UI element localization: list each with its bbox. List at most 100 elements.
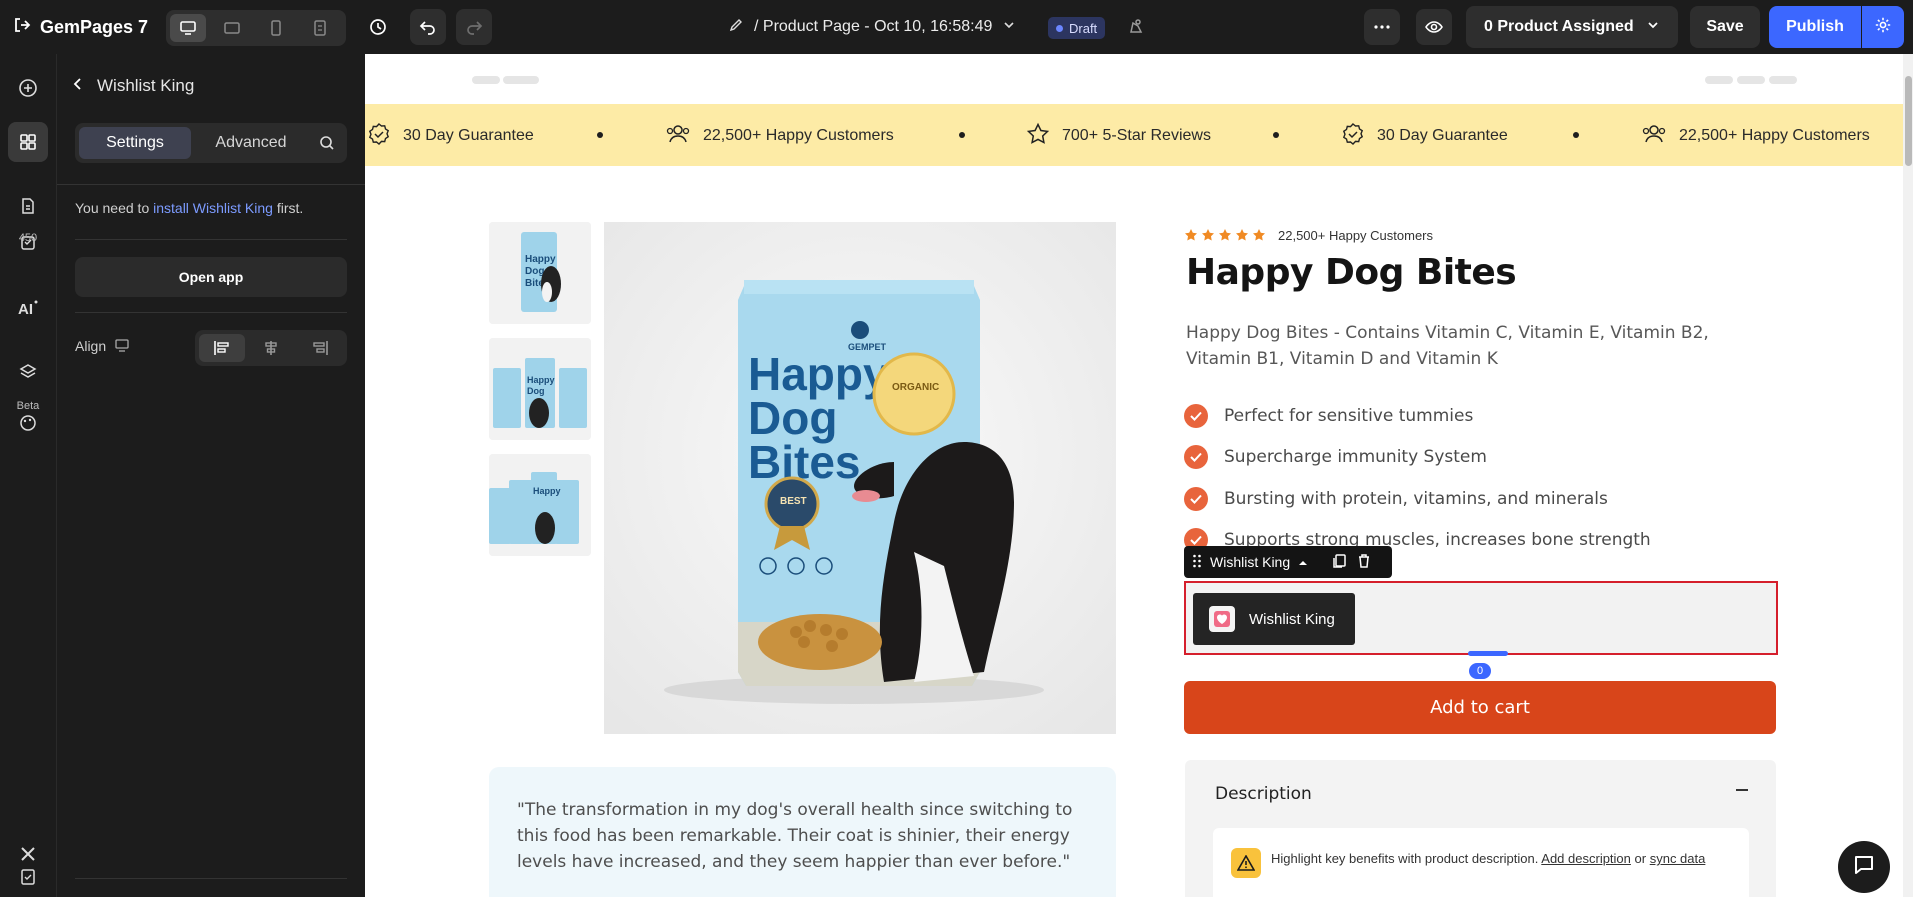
exit-icon (12, 15, 32, 40)
settings-panel: Wishlist King Settings Advanced You need… (56, 54, 366, 897)
panel-header: Wishlist King (71, 74, 194, 98)
device-responsive-icon[interactable] (114, 337, 130, 356)
undo-icon[interactable] (410, 9, 446, 45)
heart-icon (1209, 606, 1235, 632)
tablet-landscape-icon[interactable] (214, 14, 250, 42)
align-label: Align (75, 338, 107, 354)
search-icon[interactable] (311, 127, 343, 159)
pages-icon[interactable] (8, 186, 48, 226)
trash-icon[interactable] (1356, 553, 1372, 572)
product-main-image[interactable]: GEMPET Happy Dog Bites ORGANIC BEST (604, 222, 1116, 734)
status-badge-label: Draft (1069, 20, 1098, 36)
announcement-bar[interactable]: 30 Day Guarantee 22,500+ Happy Customers… (365, 104, 1903, 166)
sync-data-link[interactable]: sync data (1650, 851, 1706, 866)
global-style-icon[interactable] (1118, 9, 1154, 45)
chat-icon (1851, 852, 1877, 883)
align-segmented-control (195, 330, 347, 366)
add-icon[interactable] (8, 68, 48, 108)
theme-icon[interactable] (8, 410, 48, 436)
layers-icon[interactable] (8, 352, 48, 392)
scrollbar-thumb[interactable] (1905, 76, 1912, 166)
checklist-icon[interactable] (8, 864, 48, 890)
benefit-item[interactable]: Supercharge immunity System (1184, 445, 1487, 469)
header-placeholder (503, 76, 539, 84)
preview-eye-icon[interactable] (1416, 9, 1452, 45)
caret-up-icon[interactable] (1298, 554, 1308, 570)
open-app-button[interactable]: Open app (75, 257, 347, 297)
mobile-icon[interactable] (258, 14, 294, 42)
hint-prefix: Highlight key benefits with product desc… (1271, 851, 1539, 866)
star-icon (1185, 229, 1265, 241)
drag-handle-icon[interactable] (1192, 554, 1202, 571)
description-hint-text: Highlight key benefits with product desc… (1271, 848, 1731, 869)
divider (57, 184, 366, 185)
install-link[interactable]: install Wishlist King (153, 200, 273, 216)
product-thumbnail[interactable]: Happy Dog (489, 338, 591, 440)
product-title[interactable]: Happy Dog Bites (1186, 252, 1517, 293)
banner-text: 30 Day Guarantee (1377, 127, 1508, 144)
description-accordion[interactable]: Description Highlight key benefits with … (1185, 760, 1776, 897)
badge-check-icon (367, 122, 391, 151)
svg-text:ORGANIC: ORGANIC (892, 382, 939, 393)
benefit-text: Supercharge immunity System (1224, 447, 1487, 467)
banner-separator (597, 132, 603, 138)
panel-tabs: Settings Advanced (75, 123, 347, 163)
add-to-cart-button[interactable]: Add to cart (1184, 681, 1776, 734)
banner-text: 700+ 5-Star Reviews (1062, 127, 1211, 144)
element-toolbar-label[interactable]: Wishlist King (1210, 554, 1290, 570)
save-button[interactable]: Save (1690, 6, 1760, 48)
history-icon[interactable] (360, 9, 396, 45)
align-right-icon[interactable] (297, 334, 343, 362)
add-description-link[interactable]: Add description (1541, 851, 1631, 866)
svg-text:Happy: Happy (525, 254, 556, 265)
header-placeholder (1737, 76, 1765, 84)
header-placeholder (1705, 76, 1733, 84)
redo-icon[interactable] (456, 9, 492, 45)
more-icon[interactable] (1364, 9, 1400, 45)
banner-item: 22,500+ Happy Customers (1641, 124, 1870, 148)
banner-item: 30 Day Guarantee (367, 122, 534, 151)
publish-button[interactable]: Publish (1769, 6, 1861, 48)
align-center-icon[interactable] (248, 334, 294, 362)
testimonial-card[interactable]: "The transformation in my dog's overall … (489, 767, 1116, 897)
status-dot (1056, 24, 1063, 32)
spacing-resize-handle[interactable] (1468, 651, 1508, 656)
benefit-item[interactable]: Perfect for sensitive tummies (1184, 404, 1473, 428)
desktop-icon[interactable] (170, 14, 206, 42)
exit-editor-button[interactable]: GemPages 7 (12, 14, 148, 40)
app-logo: GemPages 7 (40, 16, 149, 37)
chat-support-button[interactable] (1838, 841, 1890, 893)
svg-text:Dog: Dog (525, 266, 544, 277)
back-chevron-icon[interactable] (71, 76, 85, 96)
tab-advanced[interactable]: Advanced (195, 127, 307, 159)
ai-icon[interactable]: AI (8, 288, 48, 328)
align-label-row: Align (75, 334, 130, 358)
align-left-icon[interactable] (199, 334, 245, 362)
elements-icon[interactable] (8, 122, 48, 162)
top-bar: GemPages 7 / Product Page - Oct 10, 16:5… (0, 0, 1913, 54)
notice-suffix: first. (276, 200, 304, 216)
product-assigned-dropdown[interactable]: 0 Product Assigned (1466, 6, 1678, 48)
product-thumbnail[interactable]: Happy Dog Bites (489, 222, 591, 324)
collapse-minus-icon[interactable] (1736, 789, 1748, 791)
review-row[interactable]: 22,500+ Happy Customers (1184, 226, 1433, 244)
star-icon (1026, 122, 1050, 151)
users-icon (1641, 122, 1667, 151)
publish-settings-button[interactable] (1862, 6, 1904, 48)
wishlist-king-button[interactable]: Wishlist King (1193, 593, 1355, 645)
banner-text: 30 Day Guarantee (403, 127, 534, 144)
tab-settings[interactable]: Settings (79, 127, 191, 159)
description-title[interactable]: Description (1215, 784, 1312, 804)
description-hint-box: Highlight key benefits with product desc… (1213, 828, 1749, 897)
product-subtitle[interactable]: Happy Dog Bites - Contains Vitamin C, Vi… (1186, 320, 1766, 372)
page-title-dropdown[interactable]: / Product Page - Oct 10, 16:58:49 (728, 14, 1016, 40)
svg-text:Dog: Dog (527, 386, 545, 396)
banner-separator (959, 132, 965, 138)
fit-screen-icon[interactable] (302, 14, 338, 42)
benefit-item[interactable]: Bursting with protein, vitamins, and min… (1184, 487, 1608, 511)
canvas-scrollbar[interactable] (1903, 54, 1913, 897)
duplicate-icon[interactable] (1332, 553, 1348, 572)
editor-canvas: 30 Day Guarantee 22,500+ Happy Customers… (365, 54, 1903, 897)
product-thumbnail[interactable]: Happy (489, 454, 591, 556)
wishlist-king-block[interactable]: Wishlist King (1184, 581, 1778, 655)
